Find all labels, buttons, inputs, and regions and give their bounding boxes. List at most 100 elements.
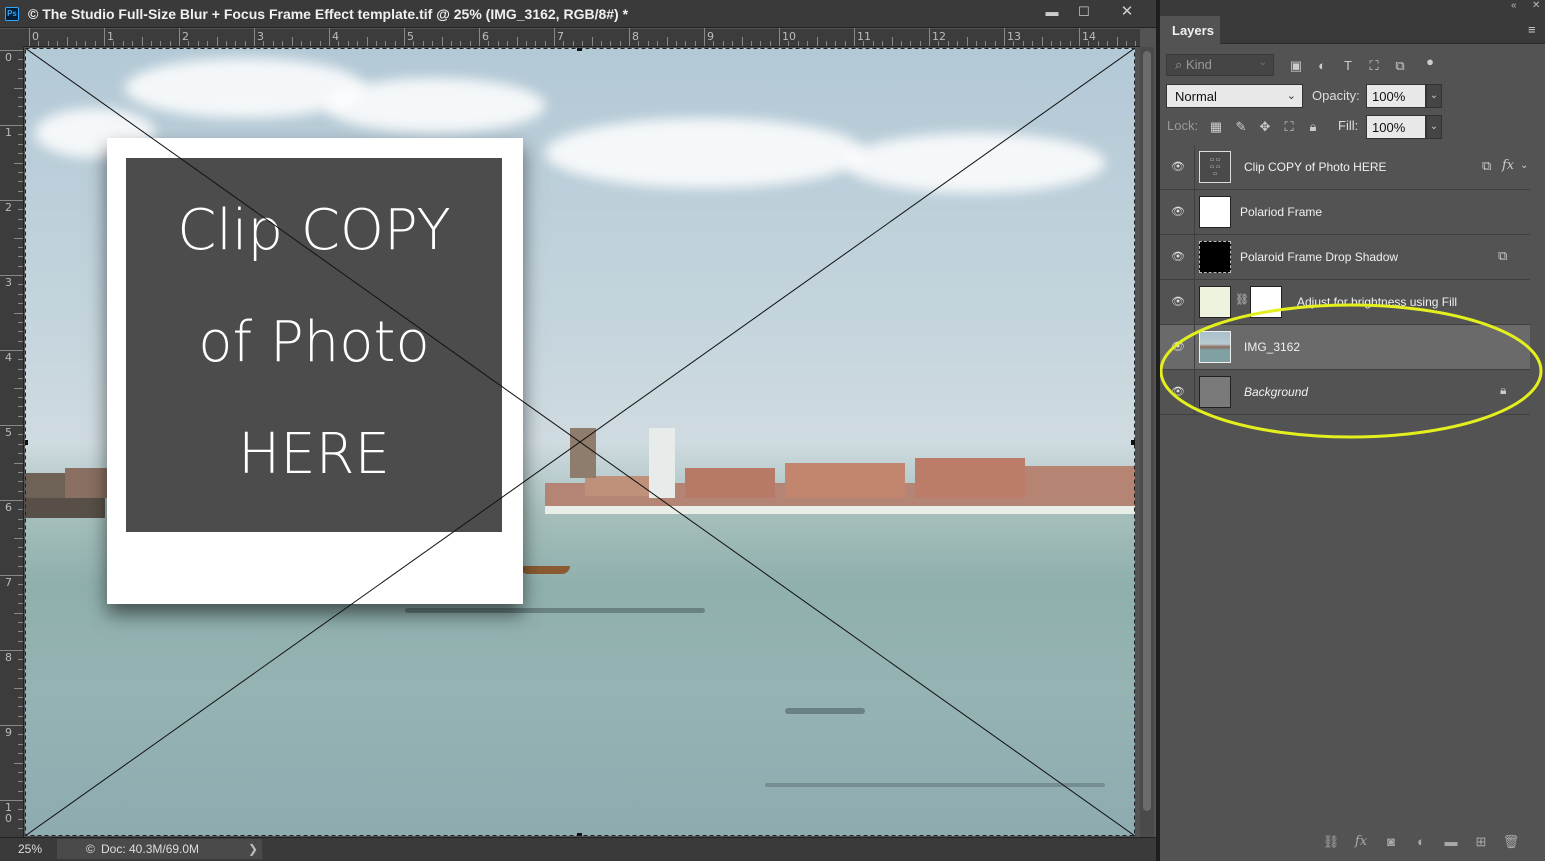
lock-artboard-icon[interactable]: ⛶	[1281, 119, 1297, 135]
lock-transparent-pixels-icon[interactable]: ▦	[1208, 119, 1224, 135]
divider	[1194, 280, 1195, 325]
chevron-down-icon[interactable]: ⌄	[1520, 160, 1528, 171]
layer-thumbnail[interactable]: ▭ ▭ ▭ ▭ ▭	[1199, 151, 1231, 183]
eye-icon[interactable]: 👁︎	[1170, 385, 1186, 399]
layer-row-drop-shadow[interactable]: 👁︎ Polaroid Frame Drop Shadow ⧉	[1160, 235, 1530, 280]
ruler-minor-tick	[1125, 41, 1127, 46]
shape-layer-filter-icon[interactable]: ⛶	[1366, 58, 1382, 74]
lock-position-icon[interactable]: ✥	[1257, 119, 1273, 135]
zoom-level-field[interactable]: 25%	[18, 842, 42, 856]
filter-toggle-icon[interactable]: ●	[1422, 54, 1438, 70]
filter-kind-select[interactable]: ⌕ Kind ⌄	[1166, 54, 1274, 76]
blend-mode-select[interactable]: Normal ⌄	[1166, 84, 1303, 108]
layer-filter-row: ⌕ Kind ⌄ ▣ ◐ T ⛶ ⧉ ●	[1160, 50, 1545, 80]
ruler-minor-tick	[1107, 41, 1109, 46]
fx-icon[interactable]: fx	[1502, 158, 1514, 173]
opacity-slider-toggle[interactable]: ⌄	[1426, 84, 1442, 108]
new-group-icon[interactable]: ▬	[1442, 833, 1460, 851]
clip-placeholder[interactable]: Clip COPY of Photo HERE	[126, 158, 502, 532]
smart-object-filter-icon[interactable]: ⧉	[1392, 58, 1408, 74]
ruler-minor-tick	[18, 771, 23, 773]
layer-thumbnail[interactable]	[1199, 331, 1231, 363]
close-panel-icon[interactable]: ✕	[1532, 0, 1540, 11]
eye-icon[interactable]: 👁︎	[1170, 295, 1186, 309]
ruler-minor-tick	[797, 41, 799, 46]
layer-mask-thumbnail[interactable]	[1250, 286, 1282, 318]
new-adjustment-layer-icon[interactable]: ◐	[1412, 833, 1430, 851]
ruler-minor-tick	[1032, 41, 1034, 46]
ruler-minor-tick	[525, 41, 527, 46]
ruler-minor-tick	[413, 41, 415, 46]
link-layers-icon[interactable]: ⛓︎	[1322, 833, 1340, 851]
status-menu-arrow-icon[interactable]: ❯	[248, 842, 258, 856]
ruler-minor-tick	[1116, 37, 1118, 46]
pixel-layer-filter-icon[interactable]: ▣	[1288, 58, 1304, 74]
minimize-button[interactable]: ▬	[1040, 3, 1064, 21]
opacity-input[interactable]: 100%	[1366, 84, 1426, 108]
layer-thumbnail[interactable]	[1199, 196, 1231, 228]
collapse-panels-icon[interactable]: «	[1511, 0, 1517, 11]
ruler-minor-tick	[994, 41, 996, 46]
ruler-minor-tick	[947, 41, 949, 46]
eye-icon[interactable]: 👁︎	[1170, 205, 1186, 219]
ruler-minor-tick	[18, 181, 23, 183]
type-layer-filter-icon[interactable]: T	[1340, 58, 1356, 74]
eye-icon[interactable]: 👁︎	[1170, 160, 1186, 174]
ruler-origin[interactable]	[0, 29, 24, 47]
layer-row-clip-copy[interactable]: 👁︎ ▭ ▭ ▭ ▭ ▭ Clip COPY of Photo HERE ⧉ fx …	[1160, 145, 1530, 190]
tab-layers[interactable]: Layers	[1160, 16, 1220, 44]
water-ripple	[765, 783, 1105, 787]
layer-row-polaroid-frame[interactable]: 👁︎ Polariod Frame	[1160, 190, 1530, 235]
layer-thumbnail[interactable]	[1199, 241, 1231, 273]
fill-input[interactable]: 100%	[1366, 115, 1426, 139]
ruler-minor-tick	[450, 41, 452, 46]
eye-icon[interactable]: 👁︎	[1170, 340, 1186, 354]
scrollbar-thumb[interactable]	[1143, 51, 1151, 811]
lock-all-icon[interactable]: 🔒︎	[1305, 119, 1321, 135]
fill-slider-toggle[interactable]: ⌄	[1426, 115, 1442, 139]
ruler-minor-tick	[985, 41, 987, 46]
delete-layer-icon[interactable]: 🗑︎	[1502, 833, 1520, 851]
ruler-minor-tick	[394, 41, 396, 46]
ruler-minor-tick	[18, 481, 23, 483]
ruler-minor-tick	[122, 41, 124, 46]
horizontal-ruler[interactable]: 0 1 2 3 4 5 6 7 8 9 10 11 12 13 14	[24, 28, 1140, 47]
ruler-minor-tick	[1013, 41, 1015, 46]
polaroid-frame[interactable]: Clip COPY of Photo HERE	[107, 138, 523, 604]
ruler-minor-tick	[18, 153, 23, 155]
document-size-info[interactable]: © Doc: 40.3M/69.0M	[57, 839, 262, 859]
layer-name[interactable]: Background	[1244, 385, 1308, 399]
link-icon[interactable]: ⛓︎	[1235, 293, 1249, 306]
ruler-minor-tick	[18, 556, 23, 558]
add-mask-icon[interactable]: ◙	[1382, 833, 1400, 851]
vertical-ruler[interactable]: 0 1 2 3 4 5 6 7 8 9 1 0	[0, 47, 24, 837]
layer-name[interactable]: Adjust for brightness using Fill	[1297, 295, 1457, 309]
eye-icon[interactable]: 👁︎	[1170, 250, 1186, 264]
add-layer-style-icon[interactable]: fx	[1352, 833, 1370, 851]
layer-name[interactable]: Polaroid Frame Drop Shadow	[1240, 250, 1398, 264]
layer-row-img-3162[interactable]: 👁︎ IMG_3162	[1160, 325, 1530, 370]
lock-image-pixels-icon[interactable]: ✎	[1233, 119, 1249, 135]
ruler-tick-label: 1	[5, 126, 12, 139]
layer-name[interactable]: IMG_3162	[1244, 340, 1300, 354]
ruler-minor-tick	[535, 41, 537, 46]
close-button[interactable]: ✕	[1115, 3, 1139, 21]
ruler-minor-tick	[844, 41, 846, 46]
layer-name[interactable]: Clip COPY of Photo HERE	[1244, 160, 1387, 174]
ruler-minor-tick	[18, 415, 23, 417]
ruler-minor-tick	[647, 41, 649, 46]
image-canvas[interactable]: Clip COPY of Photo HERE	[25, 48, 1135, 836]
layer-thumbnail[interactable]	[1199, 286, 1231, 318]
layer-name[interactable]: Polariod Frame	[1240, 205, 1322, 219]
panel-menu-icon[interactable]: ≡	[1528, 22, 1536, 37]
new-layer-icon[interactable]: ⊞	[1472, 833, 1490, 851]
adjustment-layer-filter-icon[interactable]: ◐	[1314, 58, 1330, 74]
ruler-minor-tick	[750, 41, 752, 46]
layer-row-background[interactable]: 👁︎ Background 🔒︎	[1160, 370, 1530, 415]
vertical-scrollbar[interactable]	[1140, 47, 1154, 837]
ruler-minor-tick	[188, 41, 190, 46]
layer-row-adjust-brightness[interactable]: 👁︎ ⛓︎ Adjust for brightness using Fill	[1160, 280, 1530, 325]
document-tab[interactable]: Ps © The Studio Full-Size Blur + Focus F…	[0, 0, 1156, 28]
layer-thumbnail[interactable]	[1199, 376, 1231, 408]
maximize-button[interactable]: ☐	[1072, 3, 1096, 21]
